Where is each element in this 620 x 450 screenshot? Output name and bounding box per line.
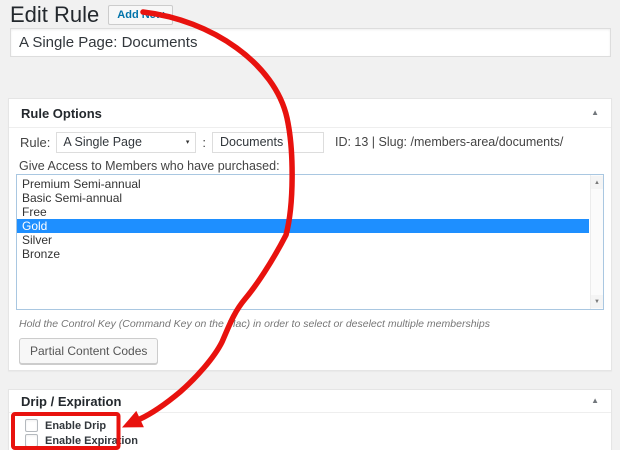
- membership-option[interactable]: Premium Semi-annual: [17, 177, 589, 191]
- membership-option[interactable]: Basic Semi-annual: [17, 191, 589, 205]
- rule-options-panel: Rule Options ▲ Rule: A Single Page ▾ : I…: [8, 98, 612, 371]
- scrollbar-up-icon[interactable]: ▲: [591, 176, 603, 189]
- enable-expiration-label[interactable]: Enable Expiration: [45, 435, 138, 447]
- rule-options-header: Rule Options ▲: [9, 99, 611, 128]
- collapse-up-icon[interactable]: ▲: [591, 109, 599, 117]
- page-title: Edit Rule: [10, 3, 99, 27]
- drip-expiration-panel: Drip / Expiration ▲ Enable Drip Enable E…: [8, 389, 612, 450]
- list-scrollbar[interactable]: ▲ ▼: [590, 175, 603, 309]
- scrollbar-down-icon[interactable]: ▼: [591, 295, 603, 308]
- rule-options-title: Rule Options: [21, 106, 102, 121]
- access-label: Give Access to Members who have purchase…: [19, 159, 601, 173]
- drip-expiration-body: Enable Drip Enable Expiration: [9, 413, 611, 447]
- membership-option-selected[interactable]: Gold: [17, 219, 589, 233]
- membership-option[interactable]: Free: [17, 205, 589, 219]
- page-header: Edit Rule Add New: [10, 3, 173, 27]
- edit-rule-page: Edit Rule Add New Rule Options ▲ Rule: A…: [0, 0, 620, 450]
- drip-expiration-title: Drip / Expiration: [21, 394, 121, 409]
- membership-option[interactable]: Silver: [17, 233, 589, 247]
- chevron-down-icon: ▾: [186, 138, 190, 146]
- enable-expiration-checkbox[interactable]: [25, 434, 38, 447]
- multiselect-help-note: Hold the Control Key (Command Key on the…: [19, 318, 601, 330]
- rule-title-input[interactable]: [10, 28, 611, 57]
- collapse-up-icon[interactable]: ▲: [591, 397, 599, 405]
- rule-row: Rule: A Single Page ▾ : ID: 13 | Slug: /…: [19, 131, 601, 153]
- rule-label: Rule:: [19, 135, 50, 150]
- enable-expiration-row: Enable Expiration: [18, 434, 601, 447]
- rule-type-select[interactable]: A Single Page ▾: [56, 132, 196, 153]
- membership-multiselect: Premium Semi-annual Basic Semi-annual Fr…: [16, 174, 604, 310]
- id-slug-text: ID: 13 | Slug: /members-area/documents/: [335, 135, 563, 149]
- rule-separator: :: [202, 135, 206, 150]
- enable-drip-row: Enable Drip: [18, 419, 601, 432]
- drip-expiration-header: Drip / Expiration ▲: [9, 390, 611, 413]
- rule-type-value: A Single Page: [63, 135, 142, 149]
- enable-drip-checkbox[interactable]: [25, 419, 38, 432]
- rule-content-input[interactable]: [212, 132, 324, 153]
- partial-content-codes-button[interactable]: Partial Content Codes: [19, 338, 158, 364]
- add-new-button[interactable]: Add New: [108, 5, 173, 25]
- membership-option[interactable]: Bronze: [17, 247, 589, 261]
- enable-drip-label[interactable]: Enable Drip: [45, 420, 106, 432]
- rule-options-body: Rule: A Single Page ▾ : ID: 13 | Slug: /…: [9, 131, 611, 364]
